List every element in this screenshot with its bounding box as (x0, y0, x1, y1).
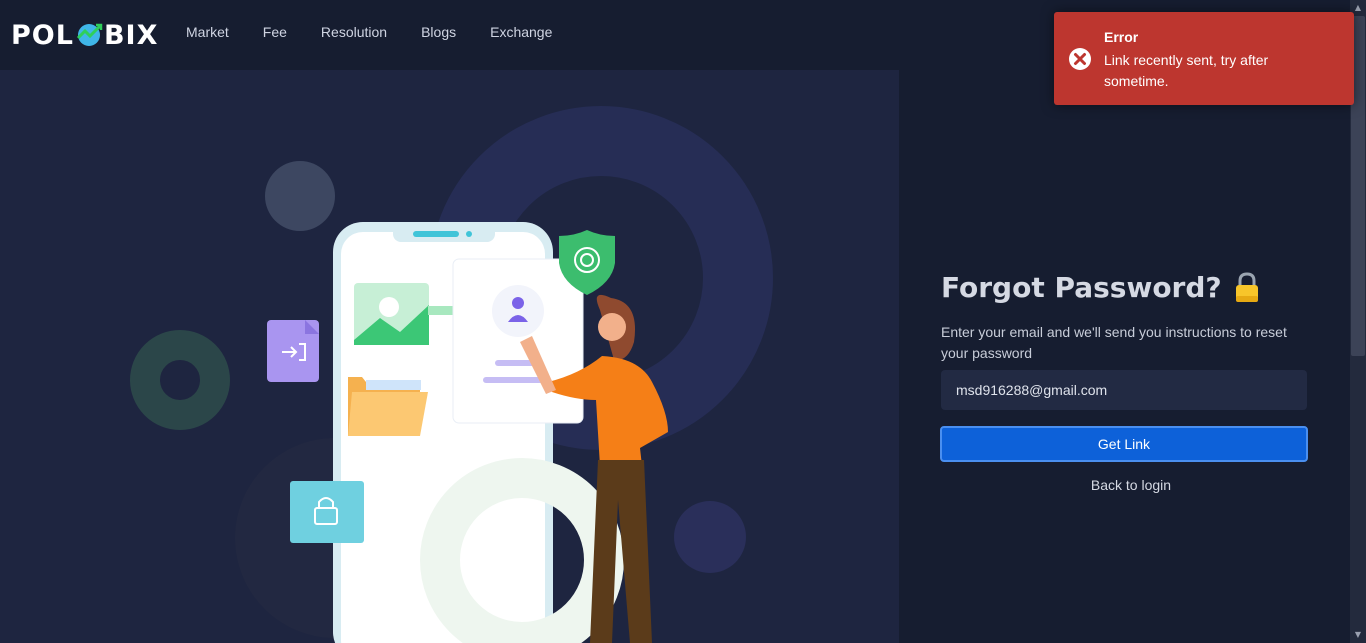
error-toast[interactable]: Error Link recently sent, try after some… (1054, 12, 1354, 105)
main-nav: Market Fee Resolution Blogs Exchange (186, 24, 586, 40)
logo-globe-icon (75, 21, 103, 49)
polobix-logo[interactable]: POL BIX (11, 19, 159, 51)
logo-text-right: BIX (103, 19, 159, 51)
title-text: Forgot Password? (941, 271, 1222, 304)
nav-exchange[interactable]: Exchange (490, 24, 552, 40)
back-to-login-link[interactable]: Back to login (941, 477, 1321, 493)
error-circle-x-icon (1068, 47, 1092, 71)
nav-fee[interactable]: Fee (263, 24, 287, 40)
nav-resolution[interactable]: Resolution (321, 24, 387, 40)
scroll-down-arrow-icon[interactable]: ▼ (1350, 627, 1366, 643)
lock-icon (1234, 271, 1260, 304)
get-link-button[interactable]: Get Link (940, 426, 1308, 462)
toast-title: Error (1104, 29, 1139, 45)
email-field[interactable] (941, 370, 1307, 410)
forgot-password-panel: Forgot Password? Enter your email and we… (899, 70, 1350, 643)
nav-blogs[interactable]: Blogs (421, 24, 456, 40)
forgot-password-illustration (0, 70, 899, 643)
nav-market[interactable]: Market (186, 24, 229, 40)
page-title: Forgot Password? (941, 271, 1260, 304)
instructions-text: Enter your email and we'll send you inst… (941, 324, 1287, 361)
toast-message: Link recently sent, try after sometime. (1104, 52, 1269, 89)
logo-text-left: POL (11, 19, 74, 51)
